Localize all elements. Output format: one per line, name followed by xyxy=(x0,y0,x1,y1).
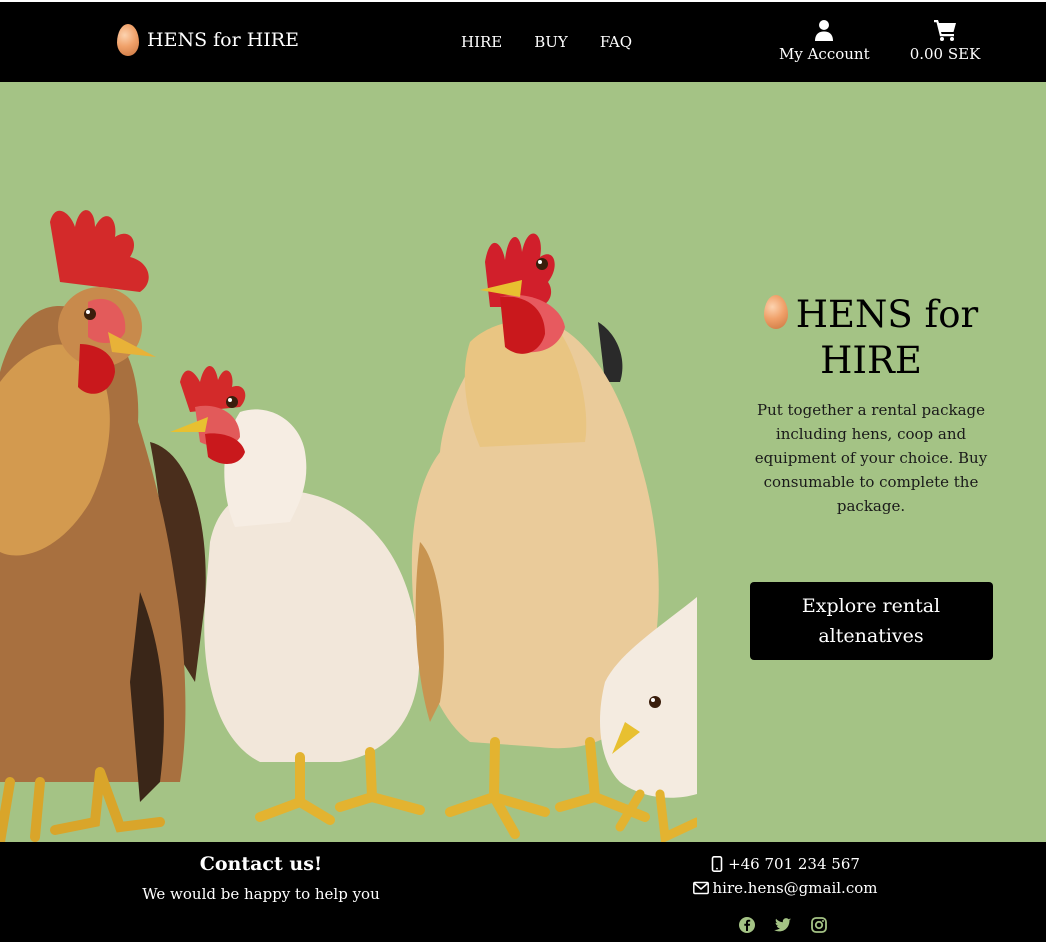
facebook-icon xyxy=(739,917,755,933)
instagram-link[interactable] xyxy=(810,916,828,934)
site-header: HENS for HIRE HIRE BUY FAQ My Account 0.… xyxy=(0,2,1046,82)
contact-info: +46 701 234 567 hire.hens@gmail.com xyxy=(660,852,910,900)
social-links xyxy=(738,916,828,934)
brown-hen xyxy=(0,210,206,842)
site-logo-link[interactable]: HENS for HIRE xyxy=(117,24,299,56)
contact-block: Contact us! We would be happy to help yo… xyxy=(136,852,386,904)
nav-link-hire[interactable]: HIRE xyxy=(461,32,502,52)
hero-section: HENS for HIRE Put together a rental pack… xyxy=(0,82,1046,842)
nav-link-faq[interactable]: FAQ xyxy=(600,32,632,52)
main-nav: HIRE BUY FAQ xyxy=(461,32,632,52)
twitter-icon xyxy=(774,918,791,932)
hero-title: HENS for HIRE xyxy=(745,292,997,384)
explore-rental-button[interactable]: Explore rental altenatives xyxy=(749,582,993,660)
white-hen xyxy=(170,366,425,825)
hero-title-text: HENS for HIRE xyxy=(795,293,979,382)
logo-text: HENS for HIRE xyxy=(147,29,299,51)
my-account-label: My Account xyxy=(779,45,870,63)
egg-logo-icon xyxy=(117,24,139,56)
phone-link[interactable]: +46 701 234 567 xyxy=(728,852,860,876)
cart-total: 0.00 SEK xyxy=(909,45,981,63)
nav-link-buy[interactable]: BUY xyxy=(534,32,568,52)
contact-title: Contact us! xyxy=(199,853,323,875)
hero-panel: HENS for HIRE Put together a rental pack… xyxy=(745,292,997,660)
scrollbar-edge xyxy=(1046,0,1050,942)
envelope-icon xyxy=(692,881,709,895)
email-link[interactable]: hire.hens@gmail.com xyxy=(713,876,878,900)
instagram-icon xyxy=(811,917,827,933)
egg-icon xyxy=(763,295,788,329)
my-account-link[interactable]: My Account xyxy=(779,18,870,64)
facebook-link[interactable] xyxy=(738,916,756,934)
shopping-cart-icon xyxy=(934,20,956,41)
email-row: hire.hens@gmail.com xyxy=(660,876,910,900)
shopping-cart-link[interactable]: 0.00 SEK xyxy=(905,18,985,64)
site-footer: Contact us! We would be happy to help yo… xyxy=(0,842,1046,942)
user-icon xyxy=(815,20,833,41)
contact-subtitle: We would be happy to help you xyxy=(142,885,380,903)
mobile-phone-icon xyxy=(711,856,723,872)
twitter-link[interactable] xyxy=(774,916,792,934)
phone-row: +46 701 234 567 xyxy=(660,852,910,876)
page: HENS for HIRE HIRE BUY FAQ My Account 0.… xyxy=(0,0,1046,942)
hero-description: Put together a rental package including … xyxy=(754,401,988,515)
hens-hero-image xyxy=(0,210,697,842)
